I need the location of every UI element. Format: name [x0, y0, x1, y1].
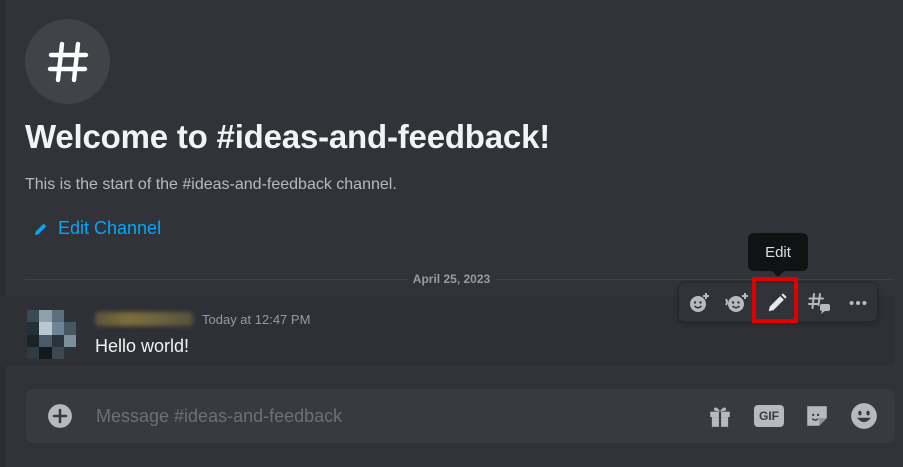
emoji-icon [851, 403, 877, 429]
edit-channel-label: Edit Channel [58, 218, 162, 238]
message-composer: GIF [26, 389, 895, 443]
message-timestamp: Today at 12:47 PM [202, 312, 311, 327]
super-reaction-icon [725, 293, 748, 312]
gif-label: GIF [759, 409, 779, 423]
username-redacted[interactable] [95, 312, 193, 326]
message-input[interactable] [96, 389, 656, 443]
add-reaction-icon [690, 293, 709, 312]
sidebar-edge [0, 0, 6, 467]
more-options-button[interactable] [842, 288, 874, 318]
emoji-button[interactable] [848, 400, 880, 432]
edit-channel-link[interactable]: Edit Channel [33, 218, 161, 239]
add-reaction-button[interactable] [683, 288, 715, 318]
gift-button[interactable] [704, 400, 736, 432]
hashtag-icon [47, 41, 88, 82]
tooltip-label: Edit [765, 243, 791, 261]
welcome-title: Welcome to #ideas-and-feedback! [25, 118, 551, 155]
gif-icon: GIF [754, 405, 784, 427]
gif-button[interactable]: GIF [753, 400, 785, 432]
upload-button[interactable] [44, 400, 76, 432]
more-options-icon [849, 300, 867, 306]
add-circle-icon [48, 404, 72, 428]
sticker-icon [807, 406, 827, 426]
date-divider-label: April 25, 2023 [406, 272, 497, 286]
message-text: Hello world! [95, 336, 190, 356]
edit-tooltip: Edit [748, 233, 808, 271]
sticker-button[interactable] [801, 400, 833, 432]
create-thread-button[interactable] [803, 288, 835, 318]
edit-button-highlight [752, 277, 798, 323]
avatar[interactable] [27, 310, 76, 359]
pencil-icon [35, 223, 47, 235]
create-thread-icon [808, 293, 830, 314]
welcome-subtitle: This is the start of the #ideas-and-feed… [25, 176, 397, 193]
gift-icon [710, 407, 730, 427]
super-reaction-button[interactable] [721, 288, 753, 318]
channel-hashtag-badge [25, 19, 110, 104]
